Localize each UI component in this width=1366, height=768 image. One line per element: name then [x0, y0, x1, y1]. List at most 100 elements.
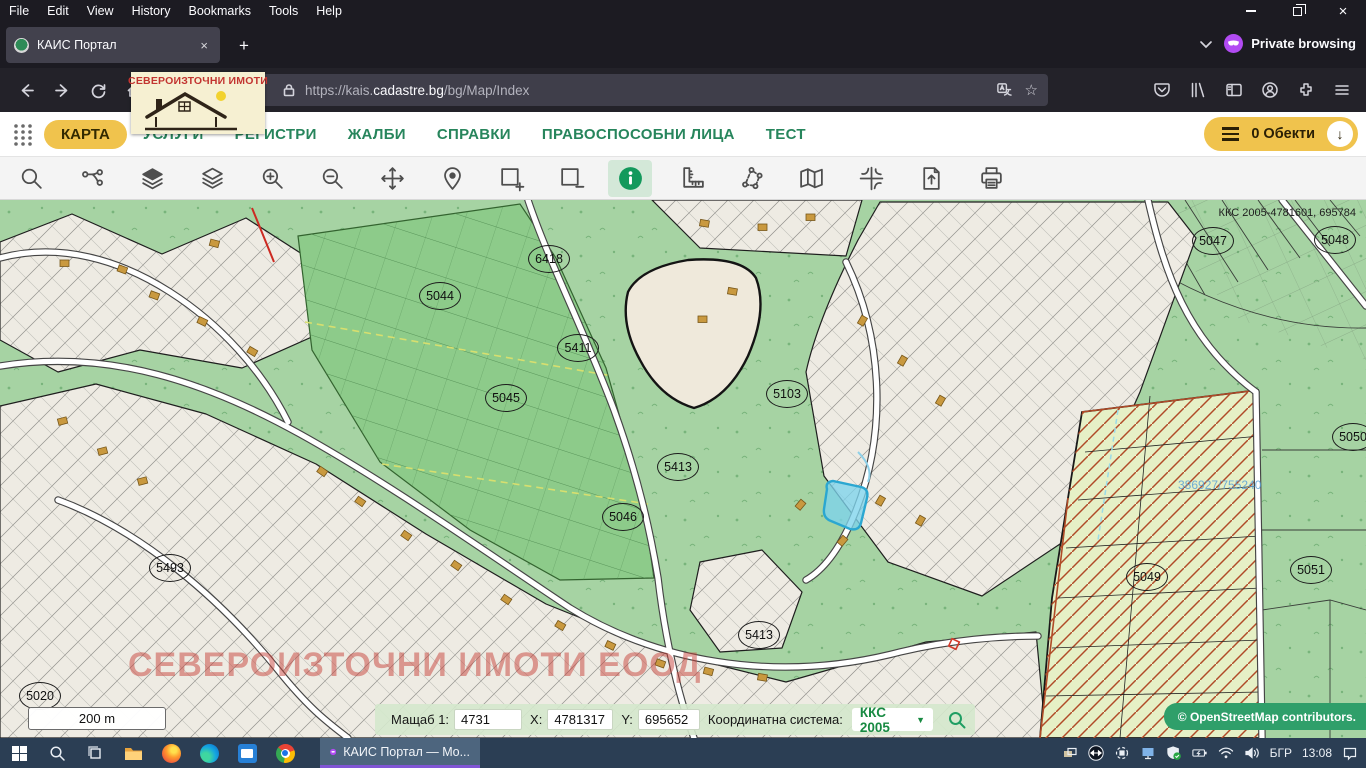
window-restore-button[interactable] — [1274, 0, 1320, 22]
pocket-icon[interactable] — [1145, 74, 1178, 106]
taskbar-clock[interactable]: 13:08 — [1302, 746, 1332, 760]
zoom-out-tool-icon[interactable] — [314, 160, 350, 197]
taskbar-search-icon[interactable] — [38, 738, 76, 768]
back-button[interactable] — [10, 74, 42, 106]
tab-title: КАИС Портал — [37, 38, 196, 52]
translate-icon[interactable] — [996, 82, 1013, 99]
lock-icon — [282, 83, 296, 97]
polygon-select-tool-icon[interactable] — [733, 160, 769, 197]
tray-wifi-icon[interactable] — [1218, 745, 1234, 761]
menu-file[interactable]: File — [0, 0, 38, 22]
new-tab-button[interactable]: + — [232, 34, 256, 58]
export-tool-icon[interactable] — [913, 160, 949, 197]
objects-count-label: 0 Обекти — [1251, 126, 1315, 142]
address-bar[interactable]: https://kais.cadastre.bg/bg/Map/Index ☆ — [150, 74, 1048, 106]
menu-edit[interactable]: Edit — [38, 0, 78, 22]
bookmark-star-icon[interactable]: ☆ — [1025, 81, 1038, 99]
url-text[interactable]: https://kais.cadastre.bg/bg/Map/Index — [305, 83, 996, 98]
zoom-in-tool-icon[interactable] — [254, 160, 290, 197]
keyboard-language-indicator[interactable]: БГР — [1270, 746, 1292, 760]
nav-item-spravki[interactable]: СПРАВКИ — [437, 126, 511, 143]
menu-view[interactable]: View — [78, 0, 123, 22]
crs-dropdown[interactable]: ККС 2005 ▼ — [852, 708, 933, 731]
apps-grid-icon[interactable] — [12, 122, 34, 146]
realty-logo-overlay: СЕВЕРОИЗТОЧНИ ИМОТИ — [131, 72, 265, 134]
system-tray: БГР 13:08 — [1062, 745, 1366, 761]
scale-input[interactable] — [454, 709, 522, 730]
start-button[interactable] — [0, 738, 38, 768]
x-coordinate-input[interactable] — [547, 709, 613, 730]
tray-cast-icon[interactable] — [1114, 745, 1130, 761]
objects-button[interactable]: 0 Обекти ↓ — [1204, 117, 1358, 151]
parcel-label: 5045 — [485, 384, 527, 412]
parcel-label: 6418 — [528, 245, 570, 273]
edge-icon[interactable] — [190, 738, 228, 768]
menu-help[interactable]: Help — [307, 0, 351, 22]
action-center-icon[interactable] — [1342, 745, 1358, 761]
task-view-icon[interactable] — [76, 738, 114, 768]
coordinate-grid-tool-icon[interactable] — [853, 160, 889, 197]
active-task-kais-portal[interactable]: КАИС Портал — Mo... — [320, 738, 480, 768]
menu-bookmarks[interactable]: Bookmarks — [179, 0, 260, 22]
location-pin-tool-icon[interactable] — [434, 160, 470, 197]
nav-item-karta[interactable]: КАРТА — [44, 120, 127, 149]
nav-item-zhalbi[interactable]: ЖАЛБИ — [348, 126, 406, 143]
window-close-button[interactable]: × — [1320, 0, 1366, 22]
url-scheme: https://kais. — [305, 83, 373, 98]
firefox-private-icon — [330, 744, 336, 760]
app-menu-icon[interactable] — [1325, 74, 1358, 106]
search-tool-icon[interactable] — [13, 160, 49, 197]
map-sheets-tool-icon[interactable] — [793, 160, 829, 197]
print-tool-icon[interactable] — [973, 160, 1009, 197]
select-rect-subtract-tool-icon[interactable] — [553, 160, 589, 197]
select-rect-add-tool-icon[interactable] — [493, 160, 529, 197]
route-nodes-tool-icon[interactable] — [74, 160, 110, 197]
firefox-icon[interactable] — [152, 738, 190, 768]
menu-tools[interactable]: Tools — [260, 0, 307, 22]
tray-defender-icon[interactable] — [1166, 745, 1182, 761]
pan-tool-icon[interactable] — [374, 160, 410, 197]
y-label: Y: — [621, 712, 633, 727]
x-label: X: — [530, 712, 542, 727]
window-minimize-button[interactable] — [1228, 0, 1274, 22]
y-coordinate-input[interactable] — [638, 709, 700, 730]
sidebar-icon[interactable] — [1217, 74, 1250, 106]
info-tool-icon[interactable] — [608, 160, 652, 197]
map-blue-annotation: 386927/755240 — [1178, 478, 1261, 492]
nav-item-pravosposobni-lica[interactable]: ПРАВОСПОСОБНИ ЛИЦА — [542, 126, 735, 143]
tray-volume-icon[interactable] — [1244, 745, 1260, 761]
nav-item-test[interactable]: ТЕСТ — [766, 126, 806, 143]
osm-attribution[interactable]: © OpenStreetMap contributors. — [1164, 703, 1366, 730]
tab-close-icon[interactable]: × — [196, 36, 212, 55]
browser-menu-bar: File Edit View History Bookmarks Tools H… — [0, 0, 1366, 22]
tray-teamviewer-icon[interactable] — [1088, 745, 1104, 761]
layers-filled-tool-icon[interactable] — [134, 160, 170, 197]
account-icon[interactable] — [1253, 74, 1286, 106]
realty-house-icon — [139, 87, 257, 131]
map-canvas[interactable]: 6418 5044 5411 5045 5103 5413 5046 5493 … — [0, 200, 1366, 738]
extensions-icon[interactable] — [1289, 74, 1322, 106]
chrome-icon[interactable] — [266, 738, 304, 768]
forward-button[interactable] — [46, 74, 78, 106]
objects-collapse-icon[interactable]: ↓ — [1327, 121, 1353, 147]
mail-app-icon[interactable] — [228, 738, 266, 768]
reload-button[interactable] — [82, 74, 114, 106]
tab-kais-portal[interactable]: КАИС Портал × — [6, 27, 220, 63]
coordinates-search-icon[interactable] — [947, 710, 967, 730]
measure-tool-icon[interactable] — [674, 160, 710, 197]
cursor-coordinates-readout: ККС 2005-4781601, 695784 — [1150, 207, 1356, 219]
windows-taskbar: КАИС Портал — Mo... БГР 13:08 — [0, 738, 1366, 768]
parcel-label: 5051 — [1290, 556, 1332, 584]
layers-outline-tool-icon[interactable] — [194, 160, 230, 197]
tab-list-chevron-icon[interactable] — [1198, 36, 1214, 57]
menu-history[interactable]: History — [123, 0, 180, 22]
library-icon[interactable] — [1181, 74, 1214, 106]
realty-logo-title: СЕВЕРОИЗТОЧНИ ИМОТИ — [128, 75, 268, 87]
active-task-title: КАИС Портал — Mo... — [343, 745, 470, 759]
tray-display-icon[interactable] — [1140, 745, 1156, 761]
url-domain: cadastre.bg — [373, 83, 444, 98]
file-explorer-icon[interactable] — [114, 738, 152, 768]
tray-cards-icon[interactable] — [1062, 745, 1078, 761]
private-browsing-label: Private browsing — [1251, 36, 1356, 51]
tray-battery-icon[interactable] — [1192, 745, 1208, 761]
